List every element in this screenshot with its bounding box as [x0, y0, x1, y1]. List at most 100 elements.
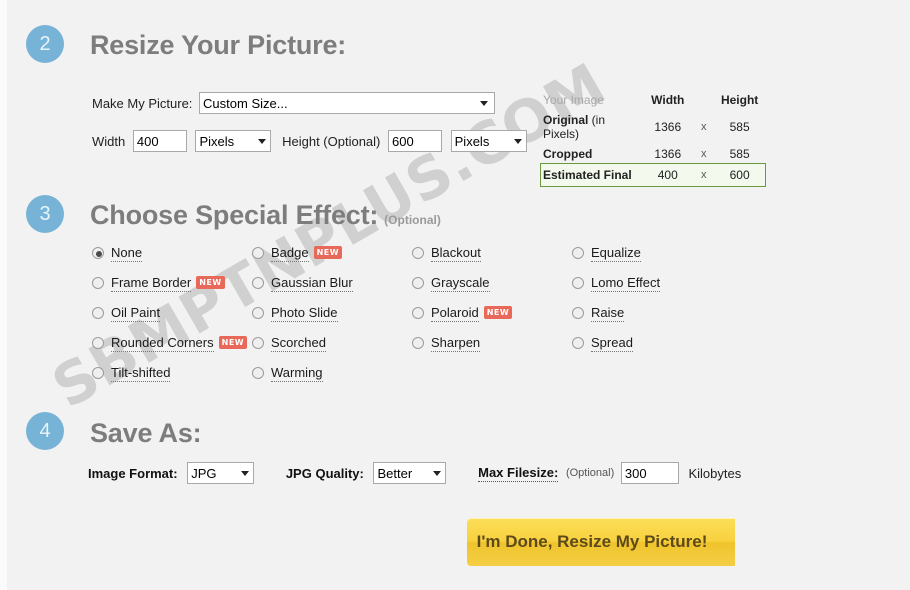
effect-option-label: Frame Border: [111, 275, 192, 292]
effect-option-label: Warming: [271, 365, 323, 382]
row-label-text: Original: [543, 113, 589, 127]
radio-icon[interactable]: [92, 367, 104, 379]
jpg-quality-select[interactable]: Better: [373, 462, 447, 484]
step-4-title: Save As:: [90, 418, 202, 448]
radio-icon[interactable]: [252, 367, 264, 379]
radio-icon[interactable]: [412, 337, 424, 349]
radio-icon[interactable]: [572, 277, 584, 289]
radio-icon[interactable]: [572, 307, 584, 319]
effect-option-label: Oil Paint: [111, 305, 161, 322]
step-2-title: Resize Your Picture:: [90, 30, 347, 60]
make-my-picture-row: Make My Picture: Custom Size...: [92, 92, 496, 114]
effect-option-photo-slide[interactable]: Photo Slide: [252, 305, 412, 335]
width-unit-select[interactable]: Pixels: [195, 130, 272, 152]
row-label-cropped: Cropped: [543, 147, 593, 161]
effect-option-lomo-effect[interactable]: Lomo Effect: [572, 275, 732, 305]
effects-column-1: None Frame Border NEW Oil Paint Rounded Corn…: [92, 245, 257, 395]
effect-option-frame-border[interactable]: Frame Border NEW: [92, 275, 257, 305]
image-format-select-wrap[interactable]: JPG: [187, 462, 255, 484]
effect-option-label: Raise: [591, 305, 625, 322]
effect-option-scorched[interactable]: Scorched: [252, 335, 412, 365]
max-filesize-optional-note: (Optional): [565, 467, 615, 479]
row-original-height: 585: [729, 120, 750, 134]
row-cropped-width: 1366: [654, 147, 682, 161]
make-my-picture-label: Make My Picture:: [92, 95, 193, 111]
effect-option-sharpen[interactable]: Sharpen: [412, 335, 572, 365]
jpg-quality-select-wrap[interactable]: Better: [373, 462, 447, 484]
radio-icon[interactable]: [412, 247, 424, 259]
new-badge: NEW: [218, 336, 248, 349]
size-preset-select-wrap[interactable]: Custom Size...: [199, 92, 496, 114]
radio-icon[interactable]: [92, 307, 104, 319]
radio-icon[interactable]: [572, 247, 584, 259]
effect-option-blackout[interactable]: Blackout: [412, 245, 572, 275]
section-resize: 2 Resize Your Picture: Make My Picture: …: [0, 0, 910, 180]
radio-icon[interactable]: [92, 247, 104, 259]
effect-option-label: Sharpen: [431, 335, 481, 352]
section-save-as: 4 Save As:: [0, 410, 910, 510]
width-unit-select-wrap[interactable]: Pixels: [195, 130, 272, 152]
effect-option-label: Gaussian Blur: [271, 275, 353, 292]
effect-option-tilt-shifted[interactable]: Tilt-shifted: [92, 365, 257, 395]
effects-column-2: Badge NEW Gaussian Blur Photo Slide Scorched…: [252, 245, 412, 395]
effect-option-rounded-corners[interactable]: Rounded Corners NEW: [92, 335, 257, 365]
height-unit-select[interactable]: Pixels: [450, 130, 527, 152]
radio-icon[interactable]: [572, 337, 584, 349]
effect-option-raise[interactable]: Raise: [572, 305, 732, 335]
effect-option-oil-paint[interactable]: Oil Paint: [92, 305, 257, 335]
image-format-select[interactable]: JPG: [187, 462, 255, 484]
step-3-number-badge: 3: [26, 195, 64, 233]
effect-option-label: Grayscale: [431, 275, 490, 292]
height-label: Height (Optional): [282, 133, 381, 149]
row-label-estimated-final: Estimated Final: [543, 168, 632, 182]
effect-option-label: Spread: [591, 335, 633, 352]
header-height: Height: [720, 93, 759, 107]
effect-option-spread[interactable]: Spread: [572, 335, 732, 365]
radio-icon[interactable]: [412, 307, 424, 319]
radio-icon[interactable]: [92, 277, 104, 289]
radio-icon[interactable]: [252, 247, 264, 259]
width-input[interactable]: [132, 130, 187, 152]
radio-icon[interactable]: [412, 277, 424, 289]
row-final-separator: x: [700, 169, 707, 181]
submit-resize-button[interactable]: I'm Done, Resize My Picture!: [467, 518, 735, 566]
effect-option-label: Tilt-shifted: [111, 365, 171, 382]
effect-option-warming[interactable]: Warming: [252, 365, 412, 395]
resize-picture-page: SBMPTNPLUS.COM 2 Resize Your Picture: Ma…: [0, 0, 910, 590]
radio-icon[interactable]: [92, 337, 104, 349]
max-filesize-unit-label: Kilobytes: [688, 465, 742, 481]
table-row: Original (in Pixels) 1366 x 585: [541, 110, 765, 144]
max-filesize-label: Max Filesize:: [478, 464, 559, 482]
effect-option-gaussian-blur[interactable]: Gaussian Blur: [252, 275, 412, 305]
radio-icon[interactable]: [252, 307, 264, 319]
effect-option-label: Photo Slide: [271, 305, 338, 322]
image-dimensions-table: Your Image Width Height Original (in Pix…: [540, 90, 766, 187]
dimensions-row: Width Pixels Height (Optional) Pixels: [92, 130, 527, 152]
save-as-options-row: Image Format: JPG JPG Quality: Better Ma…: [88, 462, 741, 484]
effect-option-polaroid[interactable]: Polaroid NEW: [412, 305, 572, 335]
row-cropped-height: 585: [729, 147, 750, 161]
dimensions-table-body: Original (in Pixels) 1366 x 585 Cropped …: [540, 110, 766, 187]
step-4-number-badge: 4: [26, 412, 64, 450]
max-filesize-input[interactable]: [620, 462, 679, 484]
step-3-title-text: Choose Special Effect:: [90, 200, 379, 230]
effect-option-label: Rounded Corners: [111, 335, 214, 352]
height-unit-select-wrap[interactable]: Pixels: [450, 130, 527, 152]
effect-option-badge[interactable]: Badge NEW: [252, 245, 412, 275]
row-original-width: 1366: [654, 120, 682, 134]
new-badge: NEW: [313, 246, 343, 259]
row-cropped-separator: x: [700, 148, 707, 160]
effect-option-grayscale[interactable]: Grayscale: [412, 275, 572, 305]
effect-option-label: Equalize: [591, 245, 641, 262]
radio-icon[interactable]: [252, 277, 264, 289]
header-width: Width: [651, 93, 685, 107]
effect-option-equalize[interactable]: Equalize: [572, 245, 732, 275]
effect-option-label: Lomo Effect: [591, 275, 661, 292]
radio-icon[interactable]: [252, 337, 264, 349]
height-input[interactable]: [388, 130, 443, 152]
size-preset-select[interactable]: Custom Size...: [199, 92, 496, 114]
effect-option-none[interactable]: None: [92, 245, 257, 275]
submit-button-label: I'm Done, Resize My Picture!: [476, 532, 708, 551]
step-3-optional-note: (Optional): [384, 213, 441, 227]
image-format-label: Image Format:: [88, 465, 178, 481]
